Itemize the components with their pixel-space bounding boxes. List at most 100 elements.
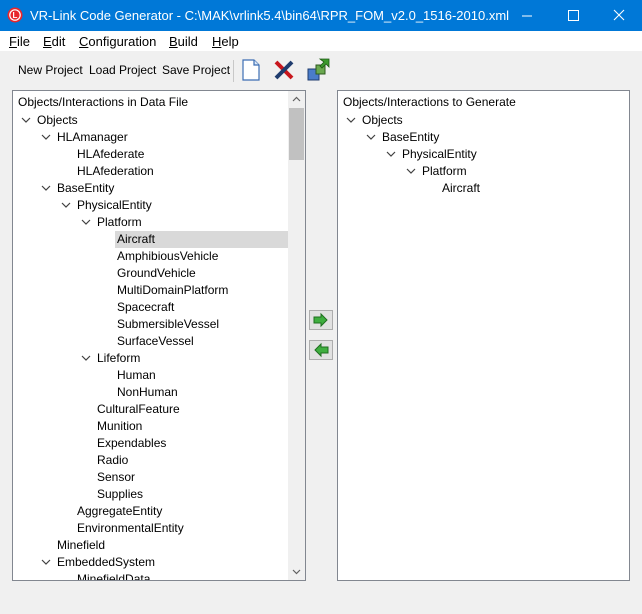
tree-item[interactable]: Objects <box>13 112 288 129</box>
tree-item-label: EnvironmentalEntity <box>77 521 184 535</box>
close-icon <box>613 9 625 21</box>
tree-item[interactable]: BaseEntity <box>338 129 629 146</box>
tree-item[interactable]: EmbeddedSystem <box>13 554 288 571</box>
tree-item-label: EmbeddedSystem <box>57 555 156 569</box>
tree-item[interactable]: PhysicalEntity <box>338 146 629 163</box>
tree-item[interactable]: Platform <box>13 214 288 231</box>
tree-item-label: AggregateEntity <box>77 504 163 518</box>
tree-item[interactable]: Spacecraft <box>13 299 288 316</box>
tree-item[interactable]: SurfaceVessel <box>13 333 288 350</box>
chevron-down-icon[interactable] <box>385 146 397 163</box>
scroll-thumb[interactable] <box>289 108 304 160</box>
tree-item[interactable]: MultiDomainPlatform <box>13 282 288 299</box>
vrlink-app-icon: L <box>7 7 23 23</box>
menu-bar: File Edit Configuration Build Help <box>0 31 642 51</box>
tree-item[interactable]: Lifeform <box>13 350 288 367</box>
minimize-button[interactable] <box>504 0 550 31</box>
tree-item[interactable]: AggregateEntity <box>13 503 288 520</box>
tree-item[interactable]: Minefield <box>13 537 288 554</box>
tree-item[interactable]: HLAfederation <box>13 163 288 180</box>
tree-item[interactable]: Radio <box>13 452 288 469</box>
chevron-down-icon[interactable] <box>365 129 377 146</box>
chevron-down-icon[interactable] <box>80 350 92 367</box>
source-panel-header: Objects/Interactions in Data File <box>18 95 189 109</box>
scroll-up-icon[interactable] <box>288 91 305 108</box>
tree-item[interactable]: EnvironmentalEntity <box>13 520 288 537</box>
add-right-arrow-icon <box>313 312 328 328</box>
tree-item-label: MinefieldData <box>77 572 151 581</box>
tree-item[interactable]: PhysicalEntity <box>13 197 288 214</box>
toolbar-separator <box>233 60 234 82</box>
chevron-down-icon[interactable] <box>405 163 417 180</box>
menu-help[interactable]: Help <box>212 34 239 49</box>
save-project-button[interactable]: Save Project <box>162 63 230 77</box>
delete-x-icon[interactable] <box>272 58 296 82</box>
chevron-down-icon[interactable] <box>40 180 52 197</box>
tree-item[interactable]: SubmersibleVessel <box>13 316 288 333</box>
status-bar <box>0 592 642 614</box>
tree-item[interactable]: Human <box>13 367 288 384</box>
maximize-button[interactable] <box>550 0 596 31</box>
tree-item[interactable]: NonHuman <box>13 384 288 401</box>
tree-item-label: Minefield <box>57 538 106 552</box>
source-object-tree[interactable]: Objects HLAmanager HLAfederate HLAfederatio… <box>13 112 288 581</box>
chevron-down-icon[interactable] <box>20 112 32 129</box>
tree-item[interactable]: HLAfederate <box>13 146 288 163</box>
generate-build-icon[interactable] <box>307 57 331 81</box>
tree-item-label: Platform <box>422 164 467 178</box>
tree-item-label: Objects <box>362 113 403 127</box>
source-objects-panel[interactable]: Objects/Interactions in Data File Object… <box>12 90 306 581</box>
menu-configuration[interactable]: Configuration <box>79 34 156 49</box>
tree-item-label: Sensor <box>97 470 136 484</box>
tree-item[interactable]: Sensor <box>13 469 288 486</box>
svg-text:L: L <box>13 11 18 20</box>
tree-item[interactable]: Aircraft <box>13 231 288 248</box>
tree-item[interactable]: Supplies <box>13 486 288 503</box>
tree-item-label: Radio <box>97 453 129 467</box>
tree-item[interactable]: CulturalFeature <box>13 401 288 418</box>
tree-item-label: SubmersibleVessel <box>117 317 220 331</box>
menu-build[interactable]: Build <box>169 34 198 49</box>
tree-item[interactable]: Expendables <box>13 435 288 452</box>
tree-item-label: HLAfederation <box>77 164 154 178</box>
source-panel-scrollbar[interactable] <box>288 91 305 580</box>
tree-item[interactable]: BaseEntity <box>13 180 288 197</box>
chevron-down-icon[interactable] <box>40 554 52 571</box>
menu-edit[interactable]: Edit <box>43 34 65 49</box>
remove-from-generate-button[interactable] <box>309 340 333 360</box>
tree-item[interactable]: Objects <box>338 112 629 129</box>
tree-item[interactable]: Aircraft <box>338 180 629 197</box>
new-document-icon[interactable] <box>239 58 263 82</box>
tree-item[interactable]: GroundVehicle <box>13 265 288 282</box>
generate-panel-header: Objects/Interactions to Generate <box>343 95 516 109</box>
generate-object-tree[interactable]: Objects BaseEntity PhysicalEntity Platform A… <box>338 112 629 197</box>
scroll-down-icon[interactable] <box>288 563 305 580</box>
new-project-button[interactable]: New Project <box>18 63 83 77</box>
title-bar: L VR-Link Code Generator - C:\MAK\vrlink… <box>0 0 642 31</box>
tree-item-label: Aircraft <box>115 231 288 248</box>
generate-objects-panel[interactable]: Objects/Interactions to Generate Objects… <box>337 90 630 581</box>
tree-item-label: Platform <box>97 215 142 229</box>
tree-item-label: Lifeform <box>97 351 141 365</box>
tree-item[interactable]: AmphibiousVehicle <box>13 248 288 265</box>
window-title: VR-Link Code Generator - C:\MAK\vrlink5.… <box>30 8 510 23</box>
tree-item[interactable]: MinefieldData <box>13 571 288 581</box>
tree-item-label: Munition <box>97 419 143 433</box>
tree-item[interactable]: Munition <box>13 418 288 435</box>
chevron-down-icon[interactable] <box>40 129 52 146</box>
chevron-down-icon[interactable] <box>345 112 357 129</box>
tree-item[interactable]: HLAmanager <box>13 129 288 146</box>
tree-item-label: NonHuman <box>117 385 178 399</box>
menu-file[interactable]: File <box>9 34 30 49</box>
load-project-button[interactable]: Load Project <box>89 63 156 77</box>
tree-item-label: PhysicalEntity <box>402 147 477 161</box>
chevron-down-icon[interactable] <box>80 214 92 231</box>
tree-item-label: HLAfederate <box>77 147 145 161</box>
add-to-generate-button[interactable] <box>309 310 333 330</box>
close-button[interactable] <box>596 0 642 31</box>
tree-item-label: BaseEntity <box>57 181 115 195</box>
tree-item[interactable]: Platform <box>338 163 629 180</box>
tree-item-label: GroundVehicle <box>117 266 196 280</box>
tree-item-label: CulturalFeature <box>97 402 180 416</box>
chevron-down-icon[interactable] <box>60 197 72 214</box>
